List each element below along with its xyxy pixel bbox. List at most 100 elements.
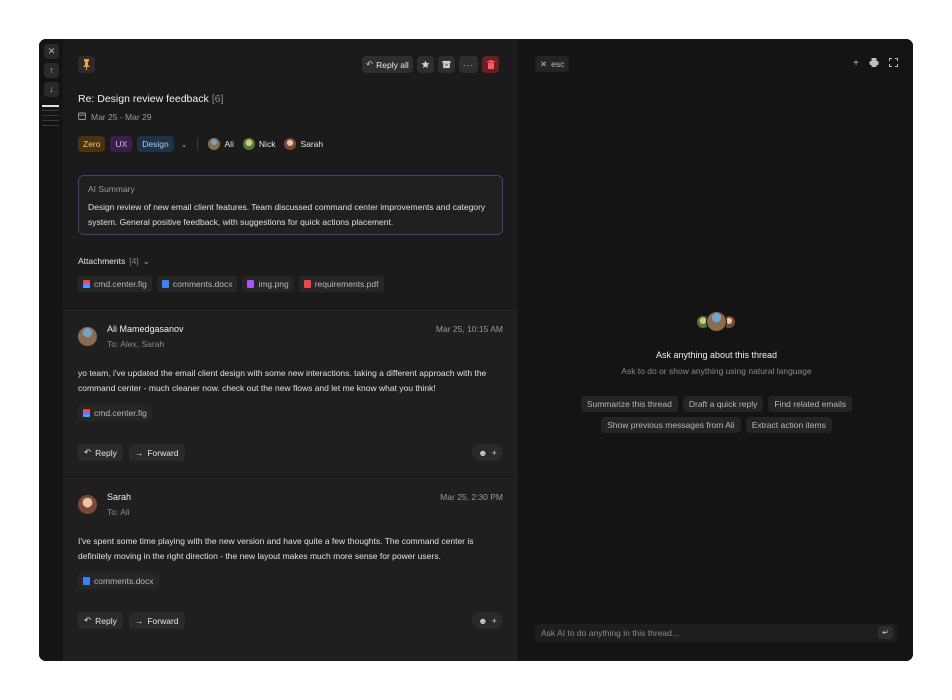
sender-name: Ali Mamedgasanov	[107, 324, 184, 334]
suggestion-action-items[interactable]: Extract action items	[745, 417, 832, 433]
chevron-down-icon: ⌄	[142, 256, 150, 266]
ai-panel: ✕ esc + Ask anything about this thread A…	[520, 39, 913, 661]
file-name: cmd.center.fig	[94, 408, 147, 418]
tag-zero[interactable]: Zero	[78, 136, 106, 152]
message-card: Sarah To: Ali Mar 25, 2:30 PM I've spent…	[63, 478, 518, 661]
plus-icon: +	[491, 615, 497, 626]
message-time: Mar 25, 2:30 PM	[440, 492, 503, 502]
message-actions: ↶ Reply → Forward	[78, 612, 185, 629]
divider	[197, 138, 199, 150]
doc-file-icon	[161, 280, 169, 288]
thread-indicator[interactable]	[42, 115, 59, 116]
add-reaction-button[interactable]: ☻ +	[472, 444, 503, 461]
tag-ux[interactable]: UX	[110, 136, 133, 152]
star-icon[interactable]	[416, 56, 434, 73]
message-count: [6]	[211, 93, 224, 105]
ai-summary-text: Design review of new email client featur…	[88, 202, 486, 227]
avatar	[706, 311, 727, 332]
participant-name: Ali	[224, 139, 234, 149]
forward-icon: →	[134, 615, 144, 626]
arrow-up-icon[interactable]: ↑	[44, 63, 59, 78]
forward-button[interactable]: → Forward	[128, 444, 185, 461]
ai-input[interactable]: Ask AI to do anything in this thread... …	[535, 624, 897, 642]
reply-label: Reply	[95, 447, 117, 458]
ai-panel-actions: +	[853, 58, 898, 70]
suggestion-summarize[interactable]: Summarize this thread	[580, 396, 678, 412]
suggestion-related-emails[interactable]: Find related emails	[768, 396, 853, 412]
reply-icon: ↶	[366, 59, 374, 69]
participant-sarah[interactable]: Sarah	[284, 138, 323, 150]
suggestion-row: Summarize this thread Draft a quick repl…	[520, 396, 913, 412]
doc-file-icon	[83, 577, 90, 585]
avatar	[78, 495, 97, 514]
tag-design[interactable]: Design	[137, 136, 174, 152]
close-icon[interactable]: ✕	[44, 44, 59, 59]
ai-input-placeholder: Ask AI to do anything in this thread...	[541, 628, 679, 638]
message-body: yo team, i've updated the email client d…	[78, 368, 487, 393]
attachment-file[interactable]: img.png	[242, 276, 294, 292]
figma-file-icon	[83, 280, 90, 288]
enter-icon[interactable]: ↵	[878, 626, 893, 639]
attachments-list: cmd.center.fig comments.docx img.png req…	[78, 276, 384, 292]
message-card: Ali Mamedgasanov To: Alex, Sarah Mar 25,…	[63, 310, 518, 476]
subject-text: Re: Design review feedback	[78, 93, 209, 105]
avatar	[208, 138, 221, 150]
attachment-file[interactable]: cmd.center.fig	[78, 405, 152, 421]
thread-indicator[interactable]	[42, 110, 59, 111]
message-body: I've spent some time playing with the ne…	[78, 536, 474, 561]
ai-summary-label: AI Summary	[88, 184, 135, 194]
thread-indicator[interactable]	[42, 120, 59, 121]
file-name: requirements.pdf	[314, 279, 379, 289]
file-name: comments.docx	[172, 279, 233, 289]
trash-icon[interactable]	[482, 56, 500, 73]
expand-icon[interactable]	[889, 58, 898, 70]
tags-row: Zero UX Design ⌄ Ali Nick Sarah	[78, 136, 327, 152]
file-name: comments.docx	[94, 576, 154, 586]
pdf-file-icon	[303, 280, 311, 288]
participant-nick[interactable]: Nick	[242, 138, 276, 150]
recipients: To: Alex, Sarah	[107, 339, 165, 349]
reply-button[interactable]: ↶ Reply	[78, 444, 123, 461]
left-rail: ✕ ↑ ↓	[39, 39, 63, 661]
reply-icon: ↶	[84, 615, 92, 625]
date-range-row: Mar 25 - Mar 29	[78, 112, 151, 122]
avatar	[78, 327, 97, 346]
thread-indicator[interactable]	[42, 125, 59, 126]
calendar-icon	[78, 112, 86, 122]
reply-label: Reply	[95, 615, 117, 626]
attachment-file[interactable]: requirements.pdf	[298, 276, 384, 292]
attachment-file[interactable]: comments.docx	[78, 573, 159, 589]
reply-button[interactable]: ↶ Reply	[78, 612, 123, 629]
print-icon[interactable]	[869, 58, 879, 70]
ai-subtitle: Ask to do or show anything using natural…	[621, 366, 812, 376]
participant-name: Sarah	[300, 139, 324, 149]
suggestion-draft-reply[interactable]: Draft a quick reply	[682, 396, 764, 412]
participant-name: Nick	[258, 139, 276, 149]
attachments-toggle[interactable]: Attachments [4] ⌄	[78, 256, 150, 267]
chevron-down-icon[interactable]: ⌄	[181, 140, 188, 149]
plus-icon: +	[491, 447, 497, 458]
image-file-icon	[247, 280, 255, 288]
attachment-file[interactable]: comments.docx	[156, 276, 238, 292]
pin-icon[interactable]	[78, 56, 95, 73]
thread-subject: Re: Design review feedback [6]	[78, 93, 223, 105]
app-window: ✕ ↑ ↓ ↶ Reply all ··· Re: Design review …	[39, 39, 913, 661]
add-reaction-button[interactable]: ☻ +	[472, 612, 503, 629]
attachment-file[interactable]: cmd.center.fig	[78, 276, 152, 292]
plus-icon[interactable]: +	[853, 58, 859, 70]
reply-all-button[interactable]: ↶ Reply all	[362, 56, 413, 73]
forward-button[interactable]: → Forward	[128, 612, 185, 629]
arrow-down-icon[interactable]: ↓	[44, 82, 59, 97]
suggestion-previous-messages[interactable]: Show previous messages from Ali	[601, 417, 741, 433]
reply-icon: ↶	[84, 447, 92, 457]
participant-ali[interactable]: Ali	[208, 138, 234, 150]
ai-summary-card: AI Summary Design review of new email cl…	[78, 175, 503, 235]
ai-title: Ask anything about this thread	[655, 350, 778, 360]
more-icon[interactable]: ···	[458, 56, 479, 73]
close-icon: ✕	[540, 58, 548, 69]
esc-button[interactable]: ✕ esc	[535, 56, 570, 72]
archive-icon[interactable]	[437, 56, 455, 73]
thread-indicator-active[interactable]	[42, 105, 59, 107]
reply-all-label: Reply all	[376, 59, 409, 70]
toolbar-actions: ↶ Reply all ···	[362, 56, 500, 73]
